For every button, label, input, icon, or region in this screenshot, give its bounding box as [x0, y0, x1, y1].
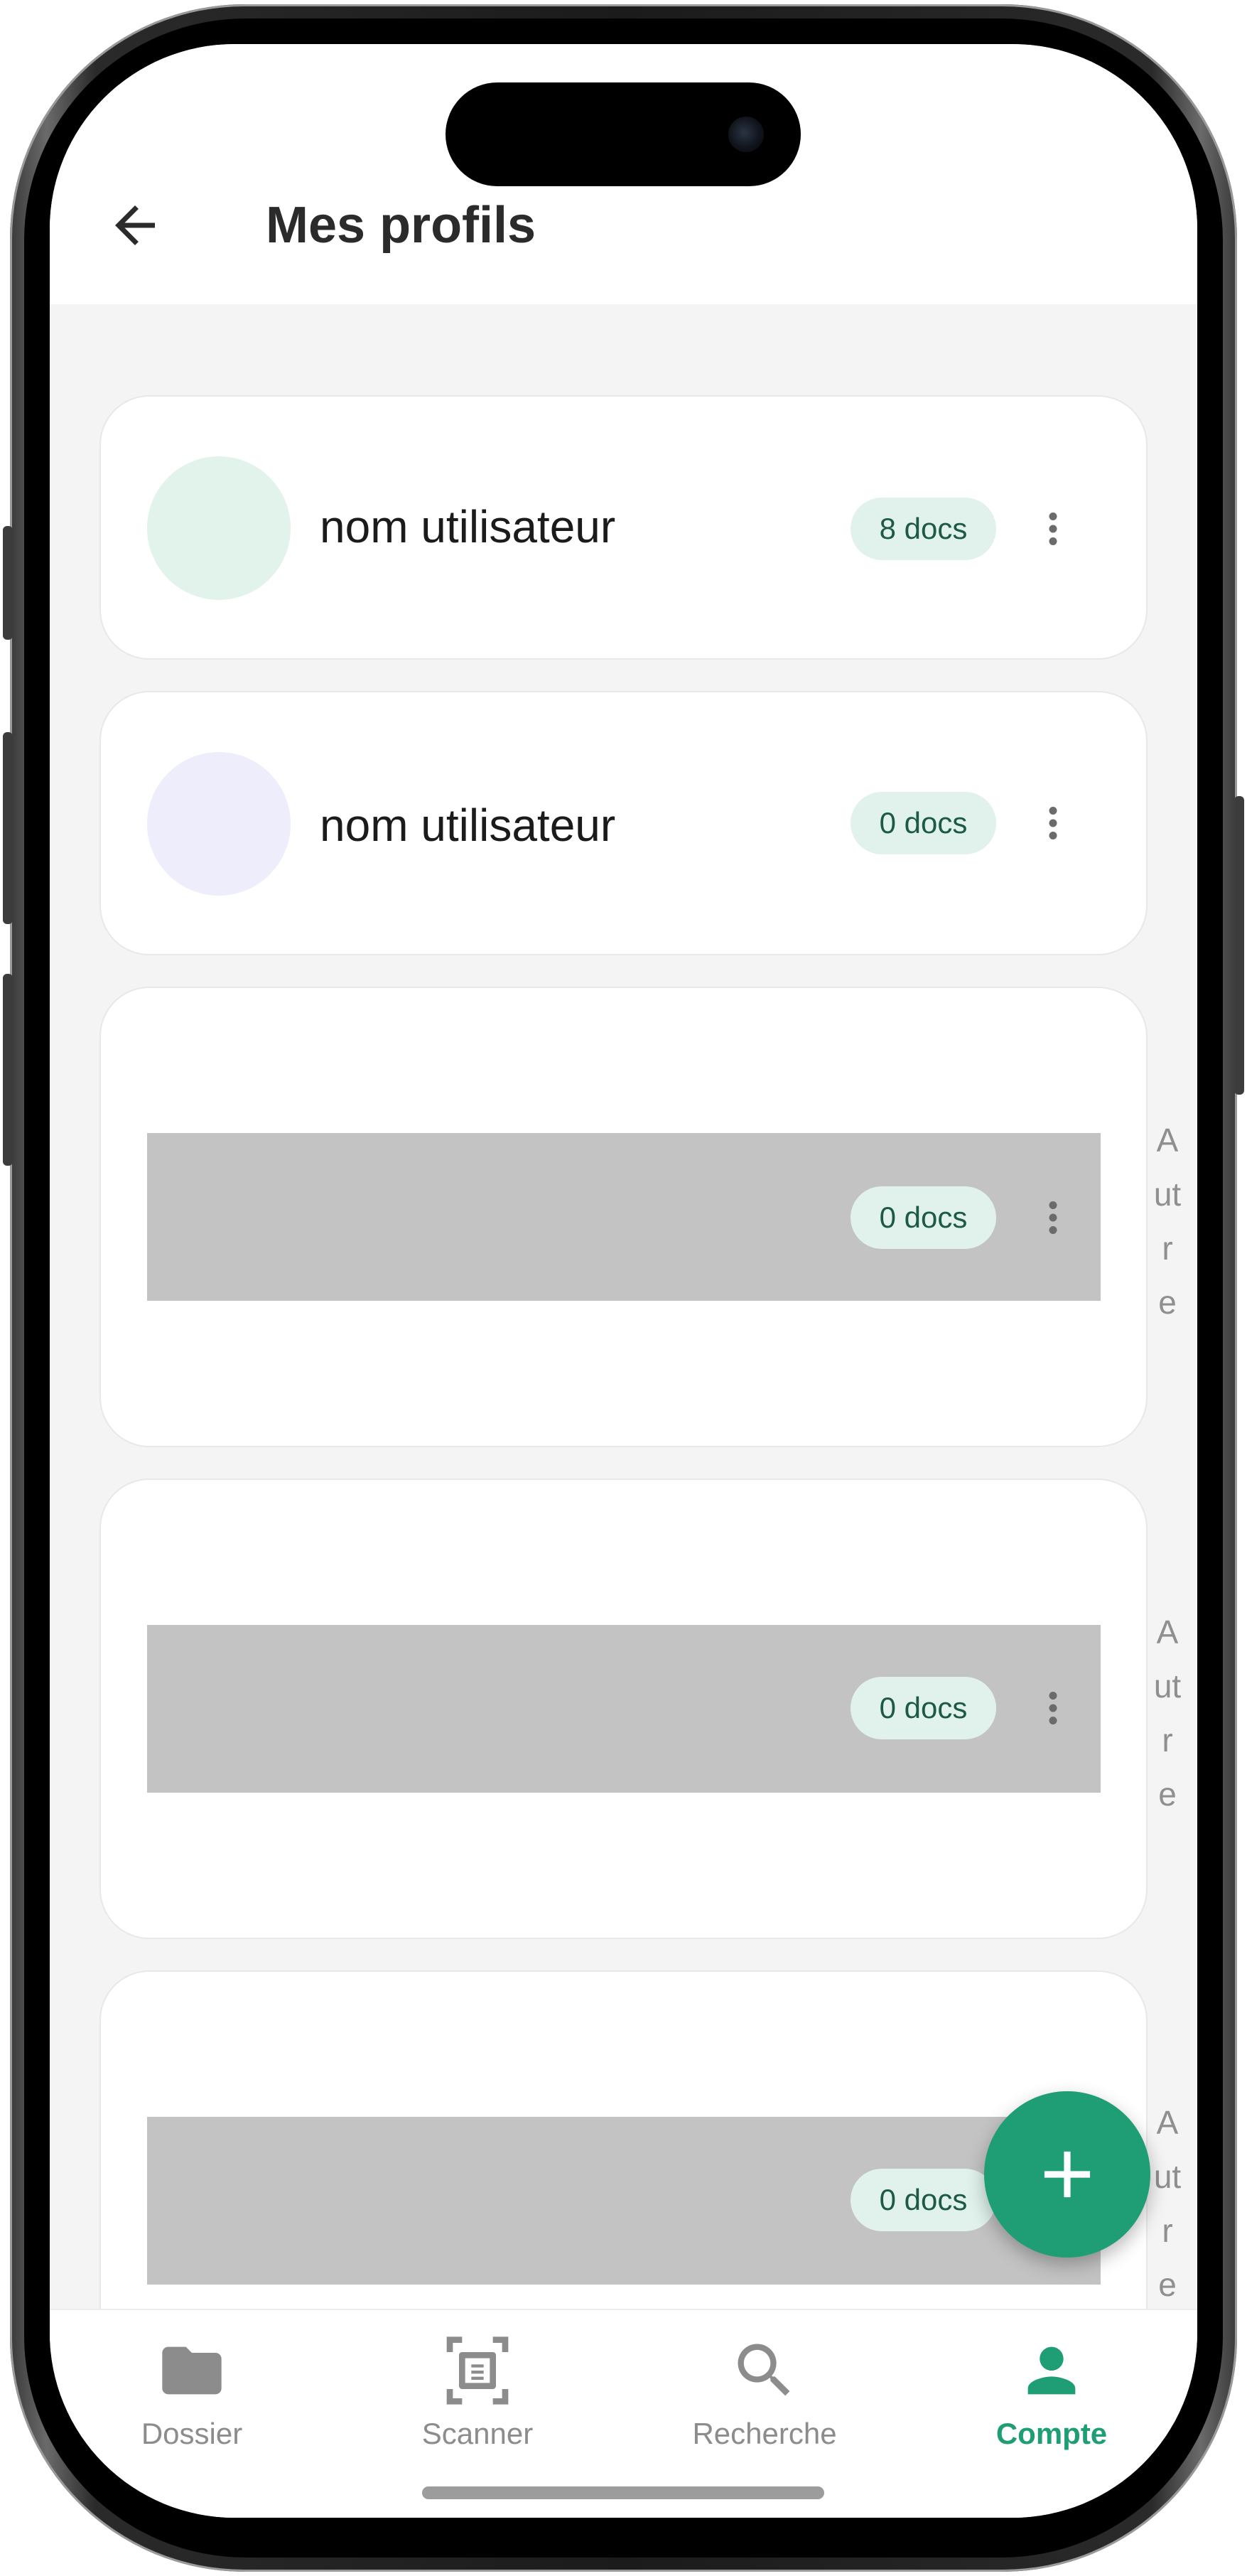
document-scanner-icon: [446, 2336, 509, 2405]
nav-item-recherche[interactable]: Recherche: [637, 2331, 892, 2474]
more-vert-icon: [1049, 807, 1057, 839]
arrow-left-icon: [115, 205, 155, 245]
nav-label: Scanner: [421, 2417, 534, 2450]
more-options-button[interactable]: [1025, 1182, 1081, 1253]
docs-count-badge: 0 docs: [851, 1677, 996, 1739]
profile-card[interactable]: 0 docs: [99, 1970, 1148, 2309]
more-vert-icon: [1049, 1201, 1057, 1234]
search-icon: [738, 2344, 790, 2396]
profile-name: nom utilisateur: [320, 800, 616, 851]
nav-label: Dossier: [141, 2417, 243, 2450]
volume-up-button: [3, 732, 13, 924]
profile-card[interactable]: nom utilisateur 0 docs: [99, 691, 1148, 955]
screen: Mes profils nom utilisateur 8 docs nom u…: [50, 44, 1197, 2518]
power-button: [1234, 796, 1244, 1095]
nav-item-dossier[interactable]: Dossier: [64, 2331, 320, 2474]
add-profile-button[interactable]: [984, 2091, 1150, 2258]
nav-item-compte[interactable]: Compte: [924, 2331, 1179, 2474]
more-options-button[interactable]: [1025, 788, 1081, 859]
profile-name: nom utilisateur: [320, 501, 616, 552]
page-title: Mes profils: [266, 197, 536, 254]
more-vert-icon: [1049, 1692, 1057, 1724]
nav-item-scanner[interactable]: Scanner: [350, 2331, 605, 2474]
docs-count-badge: 0 docs: [851, 1186, 996, 1249]
home-indicator[interactable]: [422, 2486, 824, 2499]
nav-label: Recherche: [692, 2417, 837, 2450]
nav-label: Compte: [995, 2417, 1108, 2450]
plus-icon: [1044, 2151, 1091, 2198]
avatar: [147, 752, 291, 896]
more-options-button[interactable]: [1025, 493, 1081, 564]
camera-icon: [728, 117, 764, 152]
profile-side-label: Autre: [1153, 2104, 1182, 2303]
profile-side-label: Autre: [1153, 1614, 1182, 1813]
volume-down-button: [3, 974, 13, 1166]
more-vert-icon: [1049, 512, 1057, 545]
profile-card[interactable]: 0 docs: [99, 987, 1148, 1447]
person-icon: [1027, 2346, 1076, 2395]
dynamic-island: [446, 82, 801, 186]
action-button: [3, 526, 13, 640]
profile-card[interactable]: 0 docs: [99, 1478, 1148, 1939]
profile-card[interactable]: nom utilisateur 8 docs: [99, 395, 1148, 660]
avatar: [147, 456, 291, 600]
profiles-list[interactable]: nom utilisateur 8 docs nom utilisateur 0…: [50, 304, 1197, 2309]
docs-count-badge: 0 docs: [851, 2169, 996, 2231]
folder-icon: [162, 2346, 222, 2395]
docs-count-badge: 8 docs: [851, 498, 996, 560]
docs-count-badge: 0 docs: [851, 792, 996, 854]
more-options-button[interactable]: [1025, 1673, 1081, 1744]
profile-side-label: Autre: [1153, 1122, 1182, 1321]
back-button[interactable]: [99, 190, 171, 261]
